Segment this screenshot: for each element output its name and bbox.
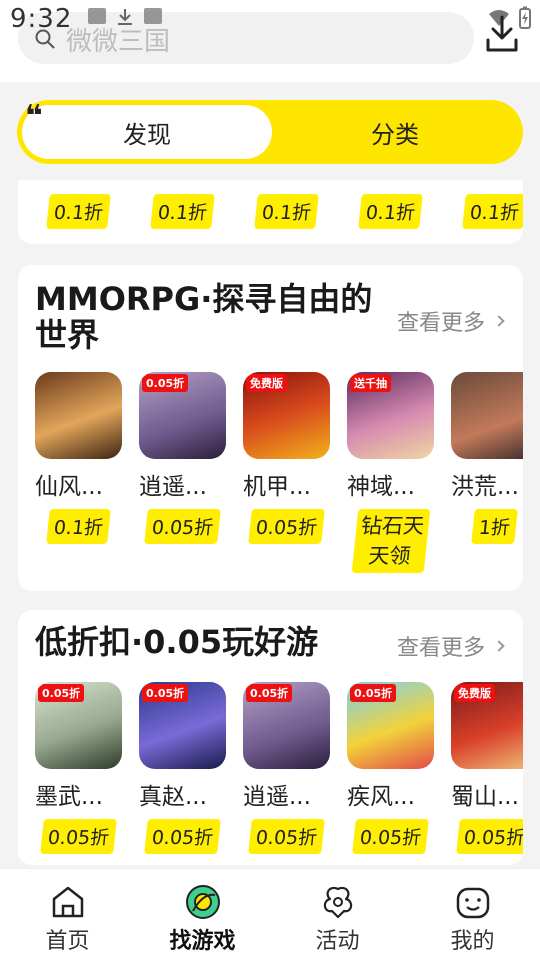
icon-tag: 0.05折 [142,684,189,702]
discount-badge: 0.05折 [248,819,325,854]
game-icon: 送千抽 [347,372,434,459]
discount-badge: 0.1折 [462,194,523,229]
status-time: 9:32 [10,4,73,34]
discount-badge: 钻石天天领 [351,509,430,573]
game-name: 蜀山... [451,784,519,810]
chevron-right-icon [493,640,505,652]
view-more-label: 查看更多 [396,311,485,336]
search-bar[interactable]: 微微三国 [18,12,474,64]
quote-icon: ❝ [25,99,43,134]
game-name: 洪荒... [451,474,519,500]
icon-tag: 0.05折 [350,684,397,702]
discount-badge: 0.05折 [144,509,221,544]
game-name: 逍遥... [139,474,207,500]
discount-badge: 0.05折 [352,819,429,854]
game-item[interactable]: 0.05折 真赵... 0.05折 [139,682,226,854]
chevron-right-icon [493,315,505,327]
mmorpg-section: MMORPG·探寻自由的世界 查看更多 仙风... 0.1折 0.05折 逍遥.… [18,265,523,591]
section-title: 低折扣·0.05玩好游 [35,623,319,661]
discount-badge: 0.1折 [150,194,215,229]
game-name: 神域... [347,474,415,500]
game-item[interactable]: 0.1折 [347,194,434,229]
previous-games-row: 0.1折 0.1折 0.1折 0.1折 0.1折 [35,194,523,229]
nav-activity[interactable]: 活动 [270,869,405,960]
game-icon: 0.05折 [139,372,226,459]
nav-home[interactable]: 首页 [0,869,135,960]
game-item[interactable]: 仙风... 0.1折 [35,372,122,573]
discount-badge: 0.05折 [144,819,221,854]
nav-label: 找游戏 [169,929,236,954]
view-more-button[interactable]: 查看更多 [396,630,505,662]
discount-badge: 0.1折 [254,194,319,229]
nav-label: 首页 [45,929,90,954]
discount-badge: 0.05折 [456,819,523,854]
tab-bar: 发现 ❝ 分类 [17,100,523,164]
game-name: 仙风... [35,474,103,500]
discount-badge: 0.05折 [40,819,117,854]
discount-badge: 1折 [471,509,518,544]
icon-tag: 免费版 [246,374,287,392]
font-notification-icon [144,8,162,24]
nav-label: 我的 [450,929,495,954]
games-row: 仙风... 0.1折 0.05折 逍遥... 0.05折 免费版 机甲... 0… [35,372,523,573]
section-title: MMORPG·探寻自由的世界 [35,280,373,354]
game-icon: 0.05折 [243,682,330,769]
view-more-label: 查看更多 [396,636,485,661]
game-item[interactable]: 0.05折 墨武... 0.05折 [35,682,122,854]
discount-badge: 0.1折 [46,509,111,544]
top-bar: 微微三国 9:32 [0,0,540,82]
game-item[interactable]: 0.05折 逍遥... 0.05折 [243,682,330,854]
game-icon: 0.05折 [35,682,122,769]
game-name: 墨武... [35,784,103,810]
game-item[interactable]: 0.1折 [243,194,330,229]
game-item[interactable]: 0.05折 逍遥... 0.05折 [139,372,226,573]
home-icon [52,886,83,918]
game-icon [451,372,523,459]
game-icon: 0.05折 [347,682,434,769]
search-placeholder: 微微三国 [66,27,171,57]
game-icon: 免费版 [451,682,523,769]
game-name: 逍遥... [243,784,311,810]
tab-category[interactable]: 分类 [272,105,518,159]
find-game-icon [185,885,220,919]
icon-tag: 免费版 [454,684,495,702]
game-item[interactable]: 免费版 机甲... 0.05折 [243,372,330,573]
nav-label: 活动 [315,929,360,954]
game-item[interactable]: 0.1折 [451,194,523,229]
game-name: 疾风... [347,784,415,810]
game-icon: 0.05折 [139,682,226,769]
game-icon [35,372,122,459]
icon-tag: 0.05折 [246,684,293,702]
game-name: 机甲... [243,474,311,500]
low-discount-section: 低折扣·0.05玩好游 查看更多 0.05折 墨武... 0.05折 0.05折… [18,610,523,865]
view-more-button[interactable]: 查看更多 [396,305,505,337]
discount-badge: 0.1折 [46,194,111,229]
download-notification-icon [118,9,132,25]
tab-discover[interactable]: 发现 [22,105,272,159]
bottom-nav: 首页 找游戏 活动 我的 [0,868,540,960]
profile-icon [456,887,489,919]
game-icon: 免费版 [243,372,330,459]
image-notification-icon [88,8,106,24]
game-item[interactable]: 送千抽 神域... 钻石天天领 [347,372,434,573]
game-item[interactable]: 免费版 蜀山... 0.05折 [451,682,523,854]
nav-find-game[interactable]: 找游戏 [135,869,270,960]
games-row: 0.05折 墨武... 0.05折 0.05折 真赵... 0.05折 0.05… [35,682,523,854]
previous-section-card: 0.1折 0.1折 0.1折 0.1折 0.1折 [18,180,523,244]
status-notification-icons [88,8,162,26]
game-item[interactable]: 洪荒... 1折 [451,372,523,573]
game-item[interactable]: 0.1折 [139,194,226,229]
discount-badge: 0.05折 [248,509,325,544]
activity-icon [323,886,352,919]
nav-profile[interactable]: 我的 [405,869,540,960]
battery-icon [519,6,531,29]
icon-tag: 送千抽 [350,374,391,392]
game-item[interactable]: 0.1折 [35,194,122,229]
discount-badge: 0.1折 [358,194,423,229]
icon-tag: 0.05折 [38,684,85,702]
download-icon[interactable] [484,14,520,54]
icon-tag: 0.05折 [142,374,189,392]
game-name: 真赵... [139,784,207,810]
game-item[interactable]: 0.05折 疾风... 0.05折 [347,682,434,854]
